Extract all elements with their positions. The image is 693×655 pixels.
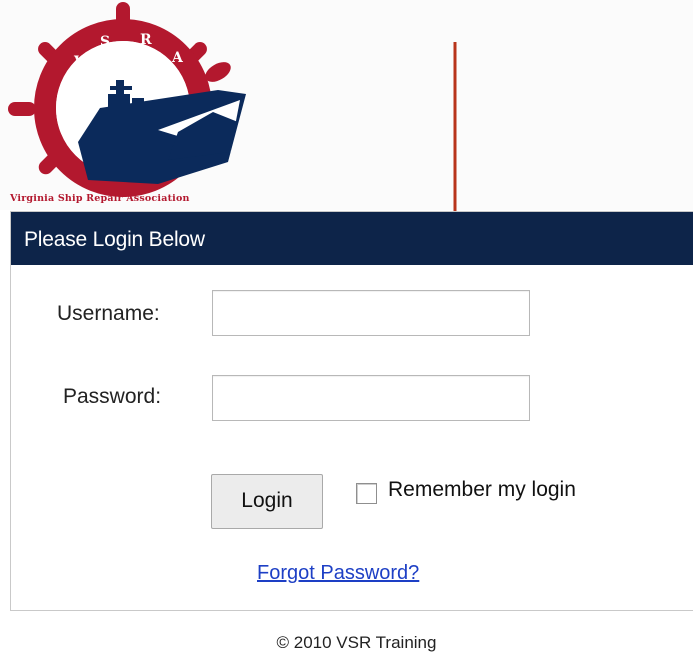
- username-input[interactable]: [212, 290, 530, 336]
- login-panel: Please Login Below Username: Password: L…: [10, 211, 693, 611]
- footer-copyright: © 2010 VSR Training: [276, 633, 437, 652]
- forgot-password-link[interactable]: Forgot Password?: [257, 562, 419, 585]
- remember-checkbox[interactable]: [356, 483, 377, 504]
- login-button[interactable]: Login: [211, 474, 323, 529]
- logo-caption: Virginia Ship Repair Association: [9, 193, 190, 204]
- panel-header: Please Login Below: [11, 212, 693, 265]
- logo-letter-v: V: [73, 54, 86, 70]
- logo-letter-a: A: [171, 50, 184, 66]
- logo-letter-r: R: [140, 32, 152, 48]
- username-label: Username:: [57, 302, 160, 325]
- password-label: Password:: [63, 385, 162, 408]
- vsra-logo: V S R A Virginia Ship Repair Association: [8, 2, 256, 207]
- header-area: V S R A Virginia Ship Repair Association: [0, 0, 693, 210]
- remember-label[interactable]: Remember my login: [388, 478, 576, 502]
- logo-letter-s: S: [100, 34, 110, 50]
- password-input[interactable]: [212, 375, 530, 421]
